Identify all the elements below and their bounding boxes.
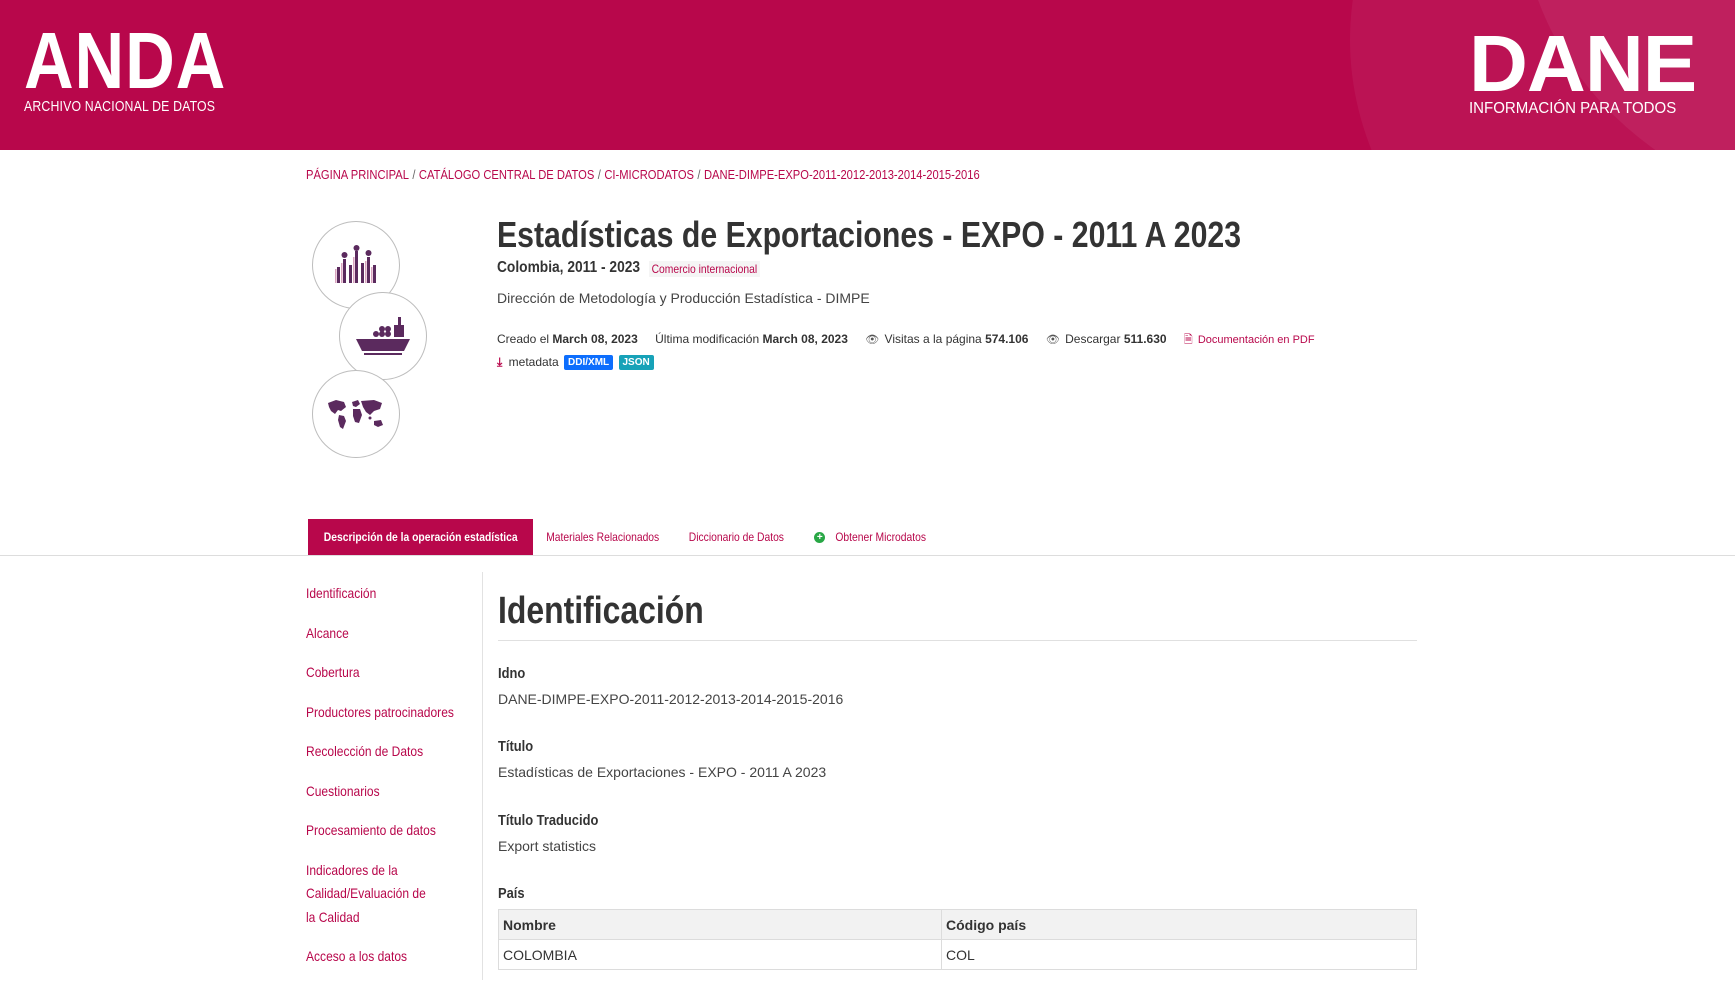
study-meta: Creado el March 08, 2023 Última modifica… (497, 331, 1329, 350)
breadcrumb: PÁGINA PRINCIPAL / CATÁLOGO CENTRAL DE DAT… (306, 167, 980, 182)
table-header-row: Nombre Código país (498, 909, 1417, 940)
modified-value: March 08, 2023 (762, 332, 848, 346)
idno-label: Idno (498, 665, 526, 682)
pdf-documentation-link[interactable]: 🗎 Documentación en PDF (1184, 334, 1315, 346)
breadcrumb-home[interactable]: PÁGINA PRINCIPAL (306, 167, 409, 182)
table-row: COLOMBIA COL (498, 939, 1417, 970)
eye-icon: 👁 (865, 334, 880, 346)
site-header: ANDA ARCHIVO NACIONAL DE DATOS DANE INFO… (0, 0, 1735, 150)
breadcrumb-catalog[interactable]: CATÁLOGO CENTRAL DE DATOS (419, 167, 594, 182)
anda-logo[interactable]: ANDA ARCHIVO NACIONAL DE DATOS (24, 16, 259, 116)
idno-value: DANE-DIMPE-EXPO-2011-2012-2013-2014-2015… (498, 691, 844, 707)
titulo-traducido-label: Título Traducido (498, 812, 599, 829)
sidebar-item-cobertura[interactable]: Cobertura (306, 661, 466, 685)
bar-chart-icon (335, 245, 376, 283)
pais-label: País (498, 885, 525, 902)
study-producer: Dirección de Metodología y Producción Es… (497, 290, 870, 306)
breadcrumb-study[interactable]: DANE-DIMPE-EXPO-2011-2012-2013-2014-2015… (704, 167, 980, 182)
sidebar-divider (482, 572, 483, 980)
created-label: Creado el (497, 332, 550, 346)
titulo-value: Estadísticas de Exportaciones - EXPO - 2… (498, 764, 827, 780)
tab-data-dictionary[interactable]: Diccionario de Datos (674, 519, 798, 555)
tabs-divider (0, 555, 1735, 556)
downloads-label: Descargar (1065, 332, 1121, 346)
download-icon: ⤓ (497, 355, 503, 369)
created-info: Creado el March 08, 2023 (497, 332, 641, 346)
tab-description[interactable]: Descripción de la operación estadística (308, 519, 533, 555)
country-code-cell: COL (941, 939, 1417, 970)
metadata-label: metadata (508, 355, 559, 369)
sidebar-item-calidad[interactable]: Indicadores de la Calidad/Evaluación de … (306, 859, 435, 930)
section-sidebar: Identificación Alcance Cobertura Product… (306, 582, 466, 985)
sidebar-item-acceso[interactable]: Acceso a los datos (306, 945, 466, 969)
study-subline: Colombia, 2011 - 2023 Comercio internaci… (497, 259, 760, 277)
pdf-file-icon: 🗎 (1183, 334, 1193, 346)
breadcrumb-collection[interactable]: CI-MICRODATOS (604, 167, 694, 182)
ddi-xml-badge[interactable]: DDI/XML (564, 355, 614, 370)
sidebar-item-alcance[interactable]: Alcance (306, 622, 466, 646)
visits-value: 574.106 (985, 332, 1029, 346)
dane-logo[interactable]: DANE INFORMACIÓN PARA TODOS (1469, 24, 1699, 118)
dane-logo-title: DANE (1469, 19, 1697, 108)
visits-label: Visitas a la página (884, 332, 982, 346)
eye-icon: 👁 (1045, 334, 1060, 346)
country-name-cell: COLOMBIA (498, 939, 942, 970)
study-title: Estadísticas de Exportaciones - EXPO - 2… (497, 214, 1242, 255)
plus-circle-icon: + (814, 531, 826, 543)
sidebar-item-cuestionarios[interactable]: Cuestionarios (306, 780, 466, 804)
modified-label: Última modificación (655, 332, 760, 346)
modified-info: Última modificación March 08, 2023 (655, 332, 851, 346)
sidebar-item-productores[interactable]: Productores patrocinadores (306, 701, 466, 725)
created-value: March 08, 2023 (552, 332, 638, 346)
downloads-value: 511.630 (1123, 332, 1167, 346)
titulo-traducido-value: Export statistics (498, 838, 597, 854)
world-map-icon-circle (312, 370, 400, 458)
world-map-icon (328, 400, 383, 429)
titulo-label: Título (498, 738, 534, 755)
sidebar-item-identificacion[interactable]: Identificación (306, 582, 466, 606)
section-title: Identificación (498, 590, 704, 632)
column-header-nombre: Nombre (498, 909, 942, 940)
metadata-downloads: ⤓ metadata DDI/XML JSON (497, 355, 654, 370)
sidebar-item-procesamiento[interactable]: Procesamiento de datos (306, 819, 466, 843)
json-badge[interactable]: JSON (618, 355, 654, 370)
downloads-info: 👁 Descargar 511.630 (1046, 332, 1170, 346)
country-table: Nombre Código país COLOMBIA COL (498, 909, 1417, 970)
tab-get-microdata[interactable]: + Obtener Microdatos (806, 519, 942, 555)
topic-tag[interactable]: Comercio internacional (649, 261, 760, 277)
study-place-years: Colombia, 2011 - 2023 (497, 259, 641, 276)
dane-logo-subtitle: INFORMACIÓN PARA TODOS (1469, 100, 1677, 117)
section-divider (498, 640, 1417, 641)
ship-icon-circle (339, 292, 427, 380)
tab-related-materials[interactable]: Materiales Relacionados (540, 519, 666, 555)
anda-logo-title: ANDA (24, 16, 227, 105)
sidebar-item-recoleccion[interactable]: Recolección de Datos (306, 740, 466, 764)
cargo-ship-icon (356, 317, 410, 355)
anda-logo-subtitle: ARCHIVO NACIONAL DE DATOS (24, 98, 216, 115)
visits-info: 👁 Visitas a la página 574.106 (865, 332, 1032, 346)
pdf-documentation-label: Documentación en PDF (1197, 334, 1315, 346)
column-header-codigo: Código país (941, 909, 1417, 940)
